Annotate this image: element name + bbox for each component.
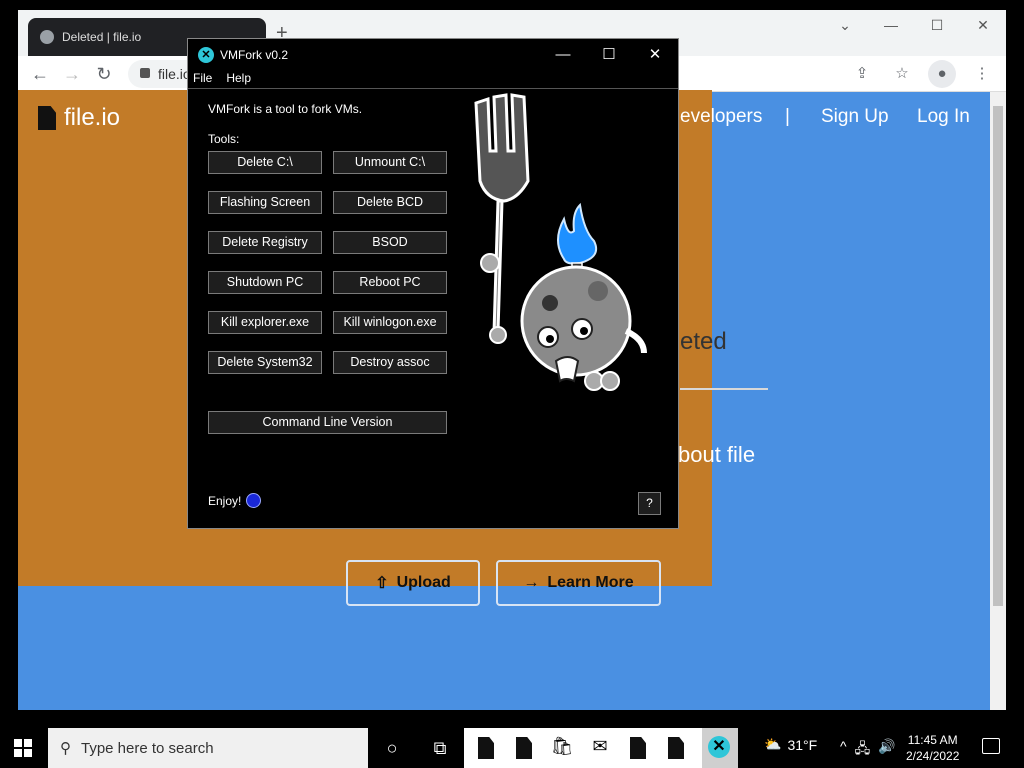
delete-system32-button[interactable]: Delete System32 bbox=[208, 351, 322, 374]
file-icon bbox=[38, 106, 56, 130]
file-app-icon[interactable] bbox=[664, 736, 688, 760]
clock-date: 2/24/2022 bbox=[906, 749, 960, 763]
notification-icon[interactable] bbox=[982, 738, 1000, 754]
page-scrollbar[interactable] bbox=[990, 92, 1006, 710]
smiley-icon bbox=[246, 493, 262, 508]
fork-icon bbox=[474, 93, 530, 336]
bsod-button[interactable]: BSOD bbox=[333, 231, 447, 254]
cortana-icon[interactable]: ○ bbox=[380, 736, 404, 760]
share-icon[interactable]: ⇪ bbox=[848, 60, 876, 88]
delete-bcd-button[interactable]: Delete BCD bbox=[333, 191, 447, 214]
kill-winlogon-button[interactable]: Kill winlogon.exe bbox=[333, 311, 447, 334]
address-bar[interactable]: file.io bbox=[128, 60, 191, 88]
close-button[interactable]: ✕ bbox=[960, 10, 1006, 42]
menu-icon[interactable]: ⋮ bbox=[968, 60, 996, 88]
search-placeholder: Type here to search bbox=[81, 739, 214, 757]
weather-cloud-icon: ⛅ bbox=[764, 736, 782, 752]
flashing-screen-button[interactable]: Flashing Screen bbox=[208, 191, 322, 214]
minimize-button[interactable]: — bbox=[868, 10, 914, 42]
help-button[interactable]: ? bbox=[638, 492, 661, 515]
vmfork-body: VMFork is a tool to fork VMs. Tools: Del… bbox=[188, 89, 678, 527]
back-icon[interactable]: ← bbox=[26, 60, 54, 88]
upload-label: Upload bbox=[396, 574, 451, 591]
vmfork-app-icon: ✕ bbox=[198, 47, 214, 63]
globe-icon bbox=[40, 30, 54, 44]
kill-explorer-button[interactable]: Kill explorer.exe bbox=[208, 311, 322, 334]
bookmark-star-icon[interactable]: ☆ bbox=[888, 60, 916, 88]
network-icon[interactable]: 🖧 bbox=[855, 738, 871, 762]
vmfork-description: VMFork is a tool to fork VMs. bbox=[208, 102, 363, 116]
nav-developers-link[interactable]: evelopers bbox=[680, 106, 762, 128]
scroll-thumb[interactable] bbox=[993, 106, 1003, 606]
vmfork-window: ✕ VMFork v0.2 — ☐ ✕ File Help VMFork is … bbox=[187, 38, 679, 529]
unmount-c-button[interactable]: Unmount C:\ bbox=[333, 151, 447, 174]
file-app-icon[interactable] bbox=[512, 736, 536, 760]
learn-more-label: Learn More bbox=[547, 574, 634, 591]
vmfork-menubar: File Help bbox=[188, 71, 678, 89]
tab-title: Deleted | file.io bbox=[62, 30, 142, 44]
maximize-button[interactable]: ☐ bbox=[914, 10, 960, 42]
fileio-logo[interactable]: file.io bbox=[38, 104, 120, 132]
vmfork-maximize-button[interactable]: ☐ bbox=[586, 40, 632, 70]
vmfork-titlebar[interactable]: ✕ VMFork v0.2 — ☐ ✕ bbox=[188, 39, 678, 71]
forward-icon[interactable]: → bbox=[58, 60, 86, 88]
flame-icon bbox=[557, 202, 598, 265]
file-app-icon[interactable] bbox=[626, 736, 650, 760]
vmfork-window-controls: — ☐ ✕ bbox=[540, 40, 678, 70]
search-icon: ⚲ bbox=[60, 740, 71, 757]
taskbar-apps: 🛍 ✉ ✕ bbox=[464, 728, 738, 768]
task-view-icon[interactable]: ⧉ bbox=[428, 736, 452, 760]
delete-c-button[interactable]: Delete C:\ bbox=[208, 151, 322, 174]
vmfork-taskbar-icon[interactable]: ✕ bbox=[708, 736, 730, 758]
command-line-version-button[interactable]: Command Line Version bbox=[208, 411, 447, 434]
clock-time: 11:45 AM bbox=[907, 733, 958, 747]
menu-file[interactable]: File bbox=[193, 71, 212, 88]
store-icon[interactable]: 🛍 bbox=[550, 736, 574, 760]
vmfork-title: VMFork v0.2 bbox=[220, 48, 289, 62]
menu-help[interactable]: Help bbox=[226, 71, 251, 88]
chevron-up-icon[interactable]: ^ bbox=[840, 738, 847, 762]
profile-icon[interactable]: ● bbox=[928, 60, 956, 88]
destroy-assoc-button[interactable]: Destroy assoc bbox=[333, 351, 447, 374]
nav-separator: | bbox=[785, 106, 790, 127]
fork-mascot-illustration bbox=[474, 93, 647, 391]
enjoy-message: Enjoy! bbox=[208, 493, 262, 508]
tab-search-icon[interactable]: ⌄ bbox=[822, 10, 868, 42]
page-subheading: bout file bbox=[678, 442, 756, 467]
clock[interactable]: 11:45 AM 2/24/2022 bbox=[906, 732, 959, 764]
reload-icon[interactable]: ↻ bbox=[90, 60, 118, 88]
divider bbox=[680, 388, 768, 390]
learn-more-button[interactable]: → Learn More bbox=[496, 560, 661, 606]
upload-icon: ⇧ bbox=[375, 575, 389, 592]
browser-window-controls: ⌄ — ☐ ✕ bbox=[822, 10, 1006, 42]
weather-temp: 31°F bbox=[787, 736, 818, 753]
weather-widget[interactable]: ⛅ 31°F bbox=[764, 736, 817, 753]
windows-start-icon[interactable] bbox=[14, 739, 32, 757]
volume-icon[interactable]: 🔊 bbox=[878, 738, 895, 762]
vmfork-minimize-button[interactable]: — bbox=[540, 40, 586, 70]
nav-login-link[interactable]: Log In bbox=[917, 106, 970, 128]
logo-text: file.io bbox=[64, 104, 121, 131]
reboot-pc-button[interactable]: Reboot PC bbox=[333, 271, 447, 294]
lock-icon bbox=[140, 68, 150, 78]
mail-icon[interactable]: ✉ bbox=[588, 736, 612, 760]
nav-signup-link[interactable]: Sign Up bbox=[821, 106, 889, 128]
arrow-right-icon: → bbox=[523, 574, 540, 591]
address-text: file.io bbox=[158, 66, 191, 82]
taskbar-search[interactable]: ⚲ Type here to search bbox=[48, 728, 368, 768]
shutdown-pc-button[interactable]: Shutdown PC bbox=[208, 271, 322, 294]
taskbar: ⚲ Type here to search ○ ⧉ 🛍 ✉ ✕ ⛅ 31°F ^… bbox=[0, 728, 1024, 768]
file-app-icon[interactable] bbox=[474, 736, 498, 760]
system-tray: ^ 🖧 🔊 bbox=[840, 738, 896, 762]
vmfork-close-button[interactable]: ✕ bbox=[632, 40, 678, 70]
delete-registry-button[interactable]: Delete Registry bbox=[208, 231, 322, 254]
toolbar-actions: ⇪ ☆ ● ⋮ bbox=[848, 60, 996, 88]
enjoy-text: Enjoy! bbox=[208, 493, 242, 508]
upload-button[interactable]: ⇧ Upload bbox=[346, 560, 480, 606]
page-heading: eted bbox=[680, 328, 727, 355]
tools-label: Tools: bbox=[208, 132, 240, 146]
